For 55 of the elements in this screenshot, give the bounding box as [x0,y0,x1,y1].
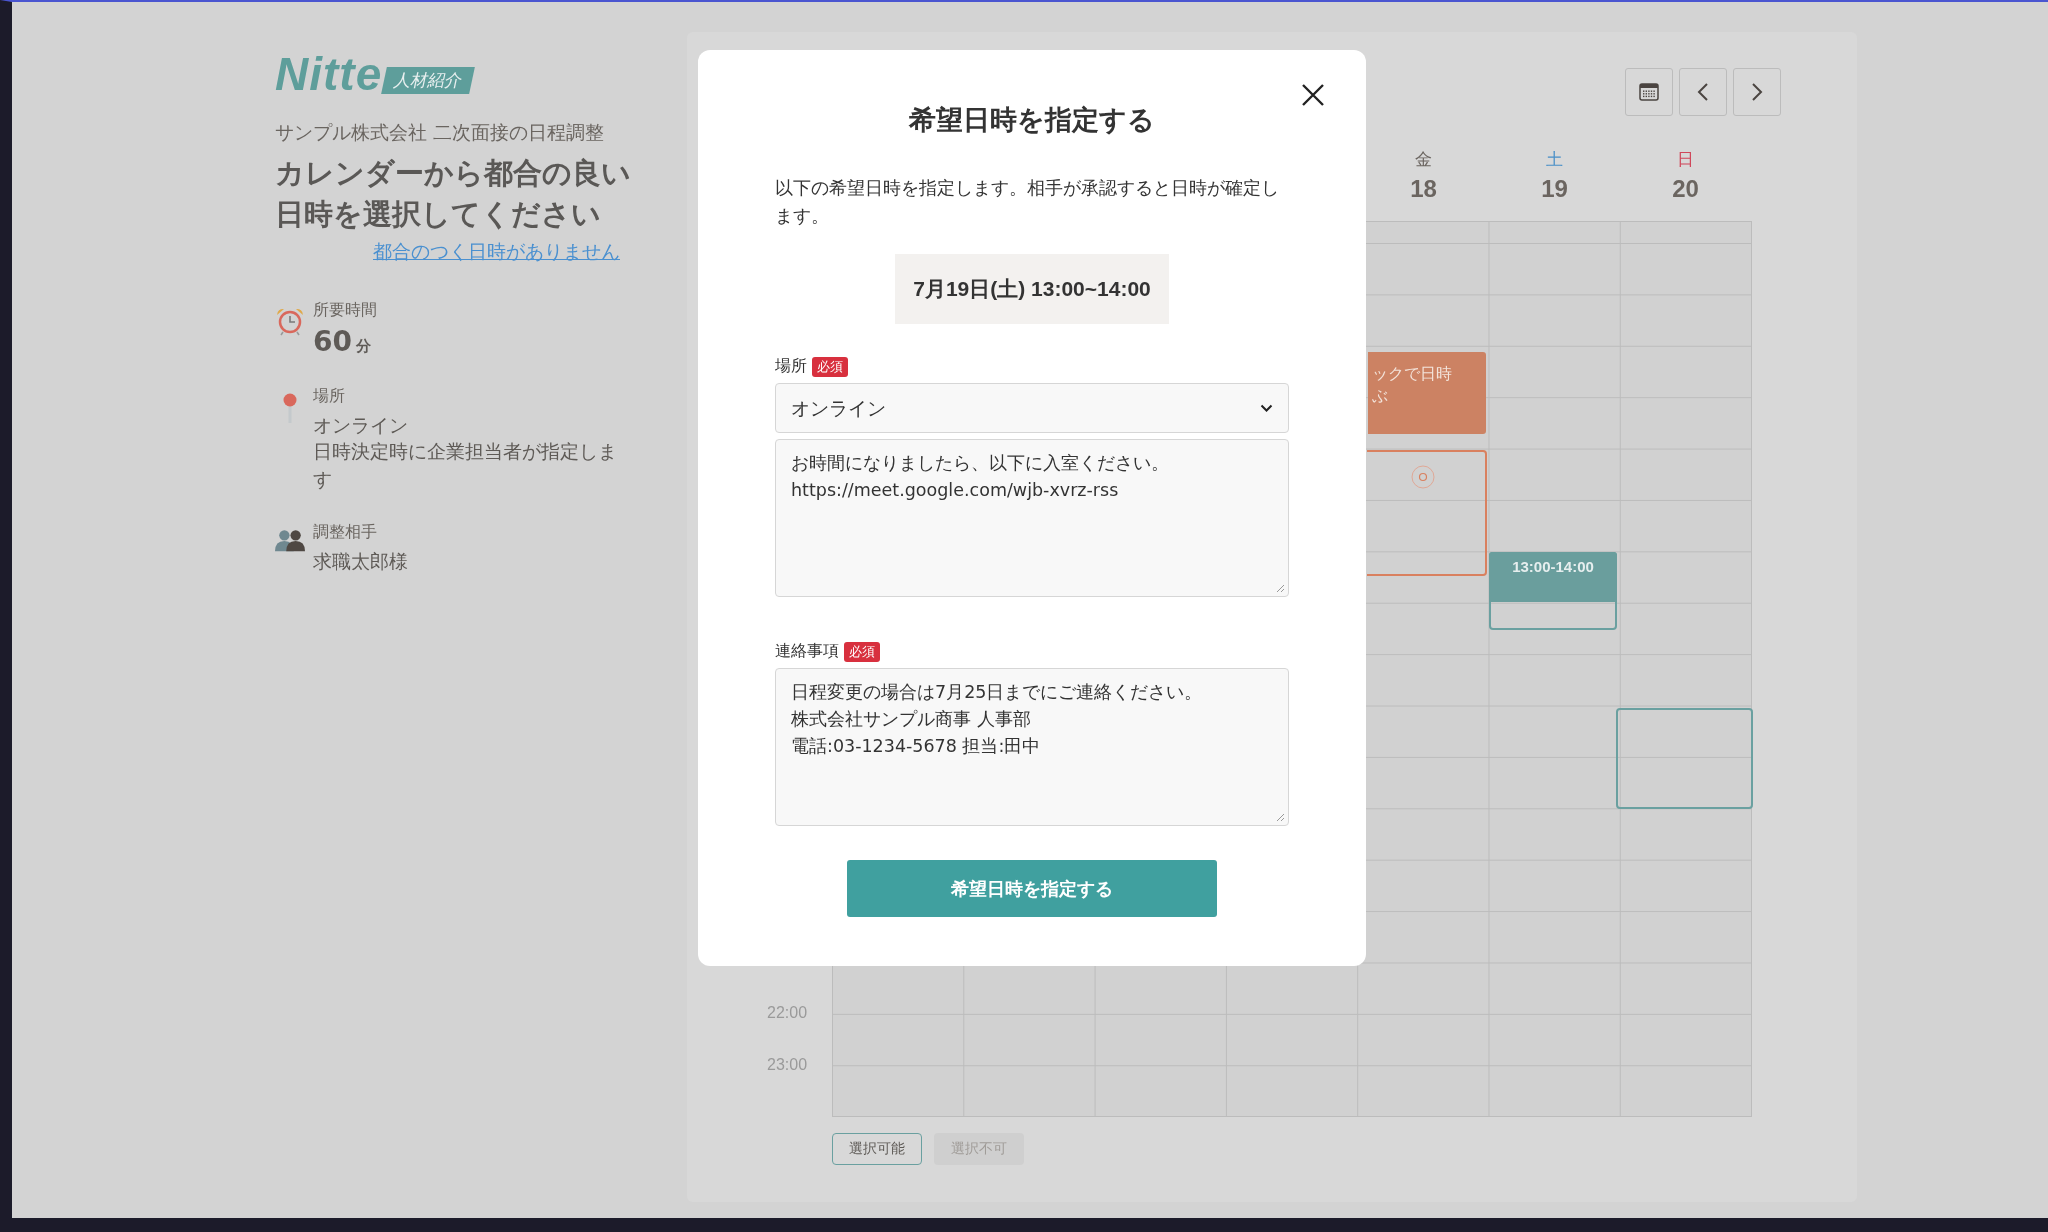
next-week-button[interactable] [1733,68,1781,116]
info-value: オンライン [313,414,409,438]
alarm-clock-icon [275,306,305,336]
close-icon [1302,84,1324,106]
info-label: 所要時間 [313,300,377,321]
selected-datetime: 7月19日(土) 13:00~14:00 [895,254,1169,324]
info-label: 調整相手 [313,522,378,543]
field-text-line: https://meet.google.com/wjb-xvrz-rss [791,479,1119,502]
date-number: 19 [1541,175,1568,203]
weekday-label: 金 [1415,148,1432,171]
submit-button[interactable]: 希望日時を指定する [847,860,1217,917]
slot-outline[interactable]: 13:00-14:00 [1489,552,1617,630]
schedule-subtitle: サンプル株式会社 二次面接の日程調整 [275,121,605,145]
slot-outline[interactable] [1616,708,1753,809]
info-value: 求職太郎様 [313,550,408,574]
location-details-field[interactable]: お時間になりましたら、以下に入室ください。 https://meet.google.com/wjb-xvrz-rss [775,439,1289,597]
calendar-icon [1639,83,1659,101]
resize-grip-icon [1276,813,1285,822]
field-text-line: 日程変更の場合は7月25日までにご連絡ください。 [791,681,1203,704]
required-badge: 必須 [844,641,880,662]
chevron-right-icon [1751,82,1763,102]
calendar-button[interactable] [1625,68,1673,116]
duration-value: 60 分 [313,325,372,358]
page-heading: カレンダーから都合の良い日時を選択してください [275,155,632,233]
field-text-line: お時間になりましたら、以下に入室ください。 [791,452,1169,475]
hint-text: ぶ [1372,386,1388,406]
no-available-time-link[interactable]: 都合のつく日時がありません [373,239,620,264]
weekday-label: 日 [1677,148,1694,171]
logo-wordmark: Nitte [275,50,383,98]
logo-badge: 人材紹介 [381,67,476,94]
message-field[interactable]: 日程変更の場合は7月25日までにご連絡ください。 株式会社サンプル商事 人事部 電話:03-1234-5678 担当:田中 [775,668,1289,826]
people-icon [275,528,305,552]
chevron-left-icon [1697,82,1709,102]
previous-week-button[interactable] [1679,68,1727,116]
weekday-label: 土 [1546,148,1563,171]
field-label: 場所 [775,356,807,377]
circle-icon [1411,465,1435,489]
field-text-line: 株式会社サンプル商事 人事部 [791,708,1031,731]
date-number: 20 [1672,175,1699,203]
required-badge: 必須 [812,356,848,377]
legend-chip: 選択可能 [832,1133,922,1165]
field-text-line: 電話:03-1234-5678 担当:田中 [791,735,1041,758]
time-label: 23:00 [767,1055,809,1074]
modal-description: 以下の希望日時を指定します。相手が承認すると日時が確定します。 [775,176,1280,228]
resize-grip-icon [1276,584,1285,593]
info-label: 場所 [313,386,346,407]
date-number: 18 [1410,175,1437,203]
field-label: 連絡事項 [775,641,839,662]
location-select[interactable]: オンライン [775,383,1289,433]
selected-slot[interactable]: 13:00-14:00 [1489,552,1617,602]
chevron-down-icon [1260,404,1273,412]
info-note: 日時決定時に企業担当者が指定します [313,440,618,492]
time-label: 22:00 [767,1004,809,1023]
modal-title: 希望日時を指定する [907,103,1156,137]
hint-text: ックで日時 [1372,364,1452,384]
